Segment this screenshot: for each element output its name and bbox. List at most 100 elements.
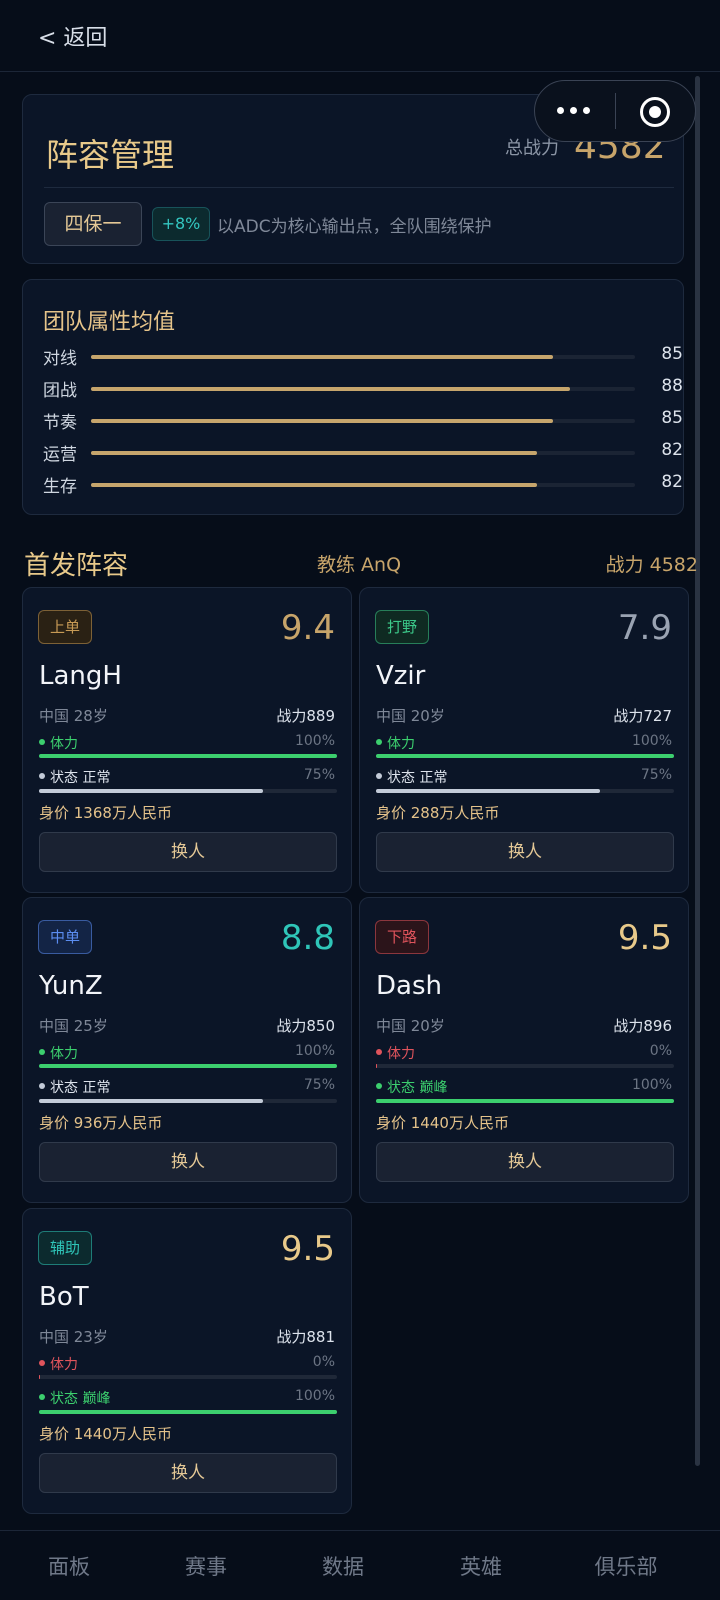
- player-meta: 中国 28岁: [39, 707, 108, 725]
- divider: [44, 187, 674, 188]
- player-name: BoT: [39, 1282, 89, 1312]
- tab-heroes[interactable]: 英雄: [426, 1551, 536, 1581]
- player-rating: 8.8: [280, 918, 335, 958]
- close-target-icon[interactable]: [640, 97, 670, 127]
- formation-button[interactable]: 四保一: [44, 202, 142, 246]
- attribute-bar: [91, 451, 635, 455]
- player-rating: 7.9: [617, 608, 672, 648]
- player-value: 身价 936万人民币: [39, 1114, 163, 1132]
- player-value: 身价 1440万人民币: [376, 1114, 509, 1132]
- tab-events[interactable]: 赛事: [151, 1551, 261, 1581]
- tab-club[interactable]: 俱乐部: [571, 1551, 681, 1581]
- attribute-bar: [91, 483, 635, 487]
- player-rating: 9.5: [280, 1229, 335, 1269]
- attribute-label: 节奏: [43, 413, 77, 433]
- tab-panel[interactable]: 面板: [14, 1551, 124, 1581]
- stamina-percent: 0%: [649, 1043, 672, 1059]
- stamina-dot-icon: [376, 739, 382, 745]
- more-icon[interactable]: [557, 98, 593, 122]
- state-percent: 100%: [294, 1388, 335, 1404]
- stamina-label-text: 体力: [50, 1046, 78, 1062]
- tab-data[interactable]: 数据: [288, 1551, 398, 1581]
- stamina-label: 体力: [39, 1354, 78, 1374]
- stamina-label: 体力: [39, 1043, 78, 1063]
- state-bar: [39, 789, 337, 793]
- player-power: 战力889: [276, 707, 335, 725]
- miniprogram-capsule: [534, 80, 696, 142]
- swap-player-button[interactable]: 换人: [39, 1453, 337, 1493]
- scrollbar[interactable]: [695, 76, 700, 1466]
- bonus-badge: +8%: [152, 207, 210, 241]
- stamina-percent: 100%: [294, 733, 335, 749]
- starters-power: 战力 4582: [605, 554, 698, 576]
- state-bar-fill: [39, 789, 263, 793]
- state-bar: [39, 1099, 337, 1103]
- state-dot-icon: [39, 773, 45, 779]
- state-label-text: 状态 正常: [50, 770, 111, 786]
- attribute-value: 85: [661, 344, 683, 364]
- player-value: 身价 1440万人民币: [39, 1425, 172, 1443]
- stamina-label: 体力: [376, 1043, 415, 1063]
- player-card: 下路 9.5 Dash 中国 20岁 战力896 体力 0% 状态 巅峰 100% 身价 1440…: [359, 897, 689, 1203]
- attribute-label: 运营: [43, 445, 77, 465]
- stamina-percent: 100%: [294, 1043, 335, 1059]
- state-label: 状态 正常: [39, 1077, 110, 1097]
- swap-player-button[interactable]: 换人: [39, 832, 337, 872]
- attribute-bar: [91, 355, 635, 359]
- stamina-label-text: 体力: [387, 736, 415, 752]
- attribute-bar: [91, 387, 635, 391]
- attribute-value: 82: [661, 440, 683, 460]
- stamina-label: 体力: [39, 733, 78, 753]
- state-bar: [376, 789, 674, 793]
- attribute-value: 82: [661, 472, 683, 492]
- player-value: 身价 288万人民币: [376, 804, 500, 822]
- starters-title: 首发阵容: [24, 551, 129, 581]
- swap-player-button[interactable]: 换人: [376, 1142, 674, 1182]
- state-label-text: 状态 巅峰: [50, 1391, 111, 1407]
- stamina-percent: 100%: [631, 733, 672, 749]
- player-card: 辅助 9.5 BoT 中国 23岁 战力881 体力 0% 状态 巅峰 100% 身价 1440万…: [22, 1208, 352, 1514]
- player-card: 打野 7.9 Vzir 中国 20岁 战力727 体力 100% 状态 正常 75% 身价 288…: [359, 587, 689, 893]
- attribute-label: 团战: [43, 381, 77, 401]
- stamina-bar: [376, 754, 674, 758]
- swap-player-button[interactable]: 换人: [376, 832, 674, 872]
- formation-description: 以ADC为核心输出点，全队围绕保护: [217, 217, 492, 237]
- state-dot-icon: [39, 1083, 45, 1089]
- player-name: Vzir: [376, 661, 426, 691]
- state-percent: 75%: [303, 1077, 335, 1093]
- state-bar-fill: [376, 1099, 674, 1103]
- attribute-bar-fill: [91, 355, 554, 359]
- stamina-bar-fill: [39, 754, 337, 758]
- stamina-bar: [39, 1375, 337, 1379]
- stamina-bar: [39, 754, 337, 758]
- attribute-bar-fill: [91, 451, 538, 455]
- player-meta: 中国 25岁: [39, 1017, 108, 1035]
- stamina-percent: 0%: [312, 1354, 335, 1370]
- position-badge: 中单: [38, 920, 92, 954]
- stamina-dot-icon: [39, 1049, 45, 1055]
- stamina-label-text: 体力: [50, 736, 78, 752]
- attribute-label: 对线: [43, 349, 77, 369]
- player-rating: 9.4: [280, 608, 335, 648]
- player-name: YunZ: [39, 971, 103, 1001]
- player-name: Dash: [376, 971, 442, 1001]
- state-percent: 75%: [303, 767, 335, 783]
- stamina-bar: [39, 1064, 337, 1068]
- position-badge: 辅助: [38, 1231, 92, 1265]
- position-badge: 上单: [38, 610, 92, 644]
- swap-player-button[interactable]: 换人: [39, 1142, 337, 1182]
- attribute-row: 节奏 85: [43, 408, 683, 433]
- attribute-bar: [91, 419, 635, 423]
- player-meta: 中国 20岁: [376, 1017, 445, 1035]
- state-bar: [376, 1099, 674, 1103]
- attribute-row: 对线 85: [43, 344, 683, 369]
- stamina-bar: [376, 1064, 674, 1068]
- team-attributes-title: 团队属性均值: [43, 310, 176, 335]
- state-label-text: 状态 正常: [387, 770, 448, 786]
- back-button[interactable]: < 返回: [38, 20, 107, 52]
- coach-label: 教练 AnQ: [317, 554, 402, 576]
- attribute-row: 生存 82: [43, 472, 683, 497]
- state-percent: 75%: [640, 767, 672, 783]
- attribute-bar-fill: [91, 387, 570, 391]
- stamina-dot-icon: [376, 1049, 382, 1055]
